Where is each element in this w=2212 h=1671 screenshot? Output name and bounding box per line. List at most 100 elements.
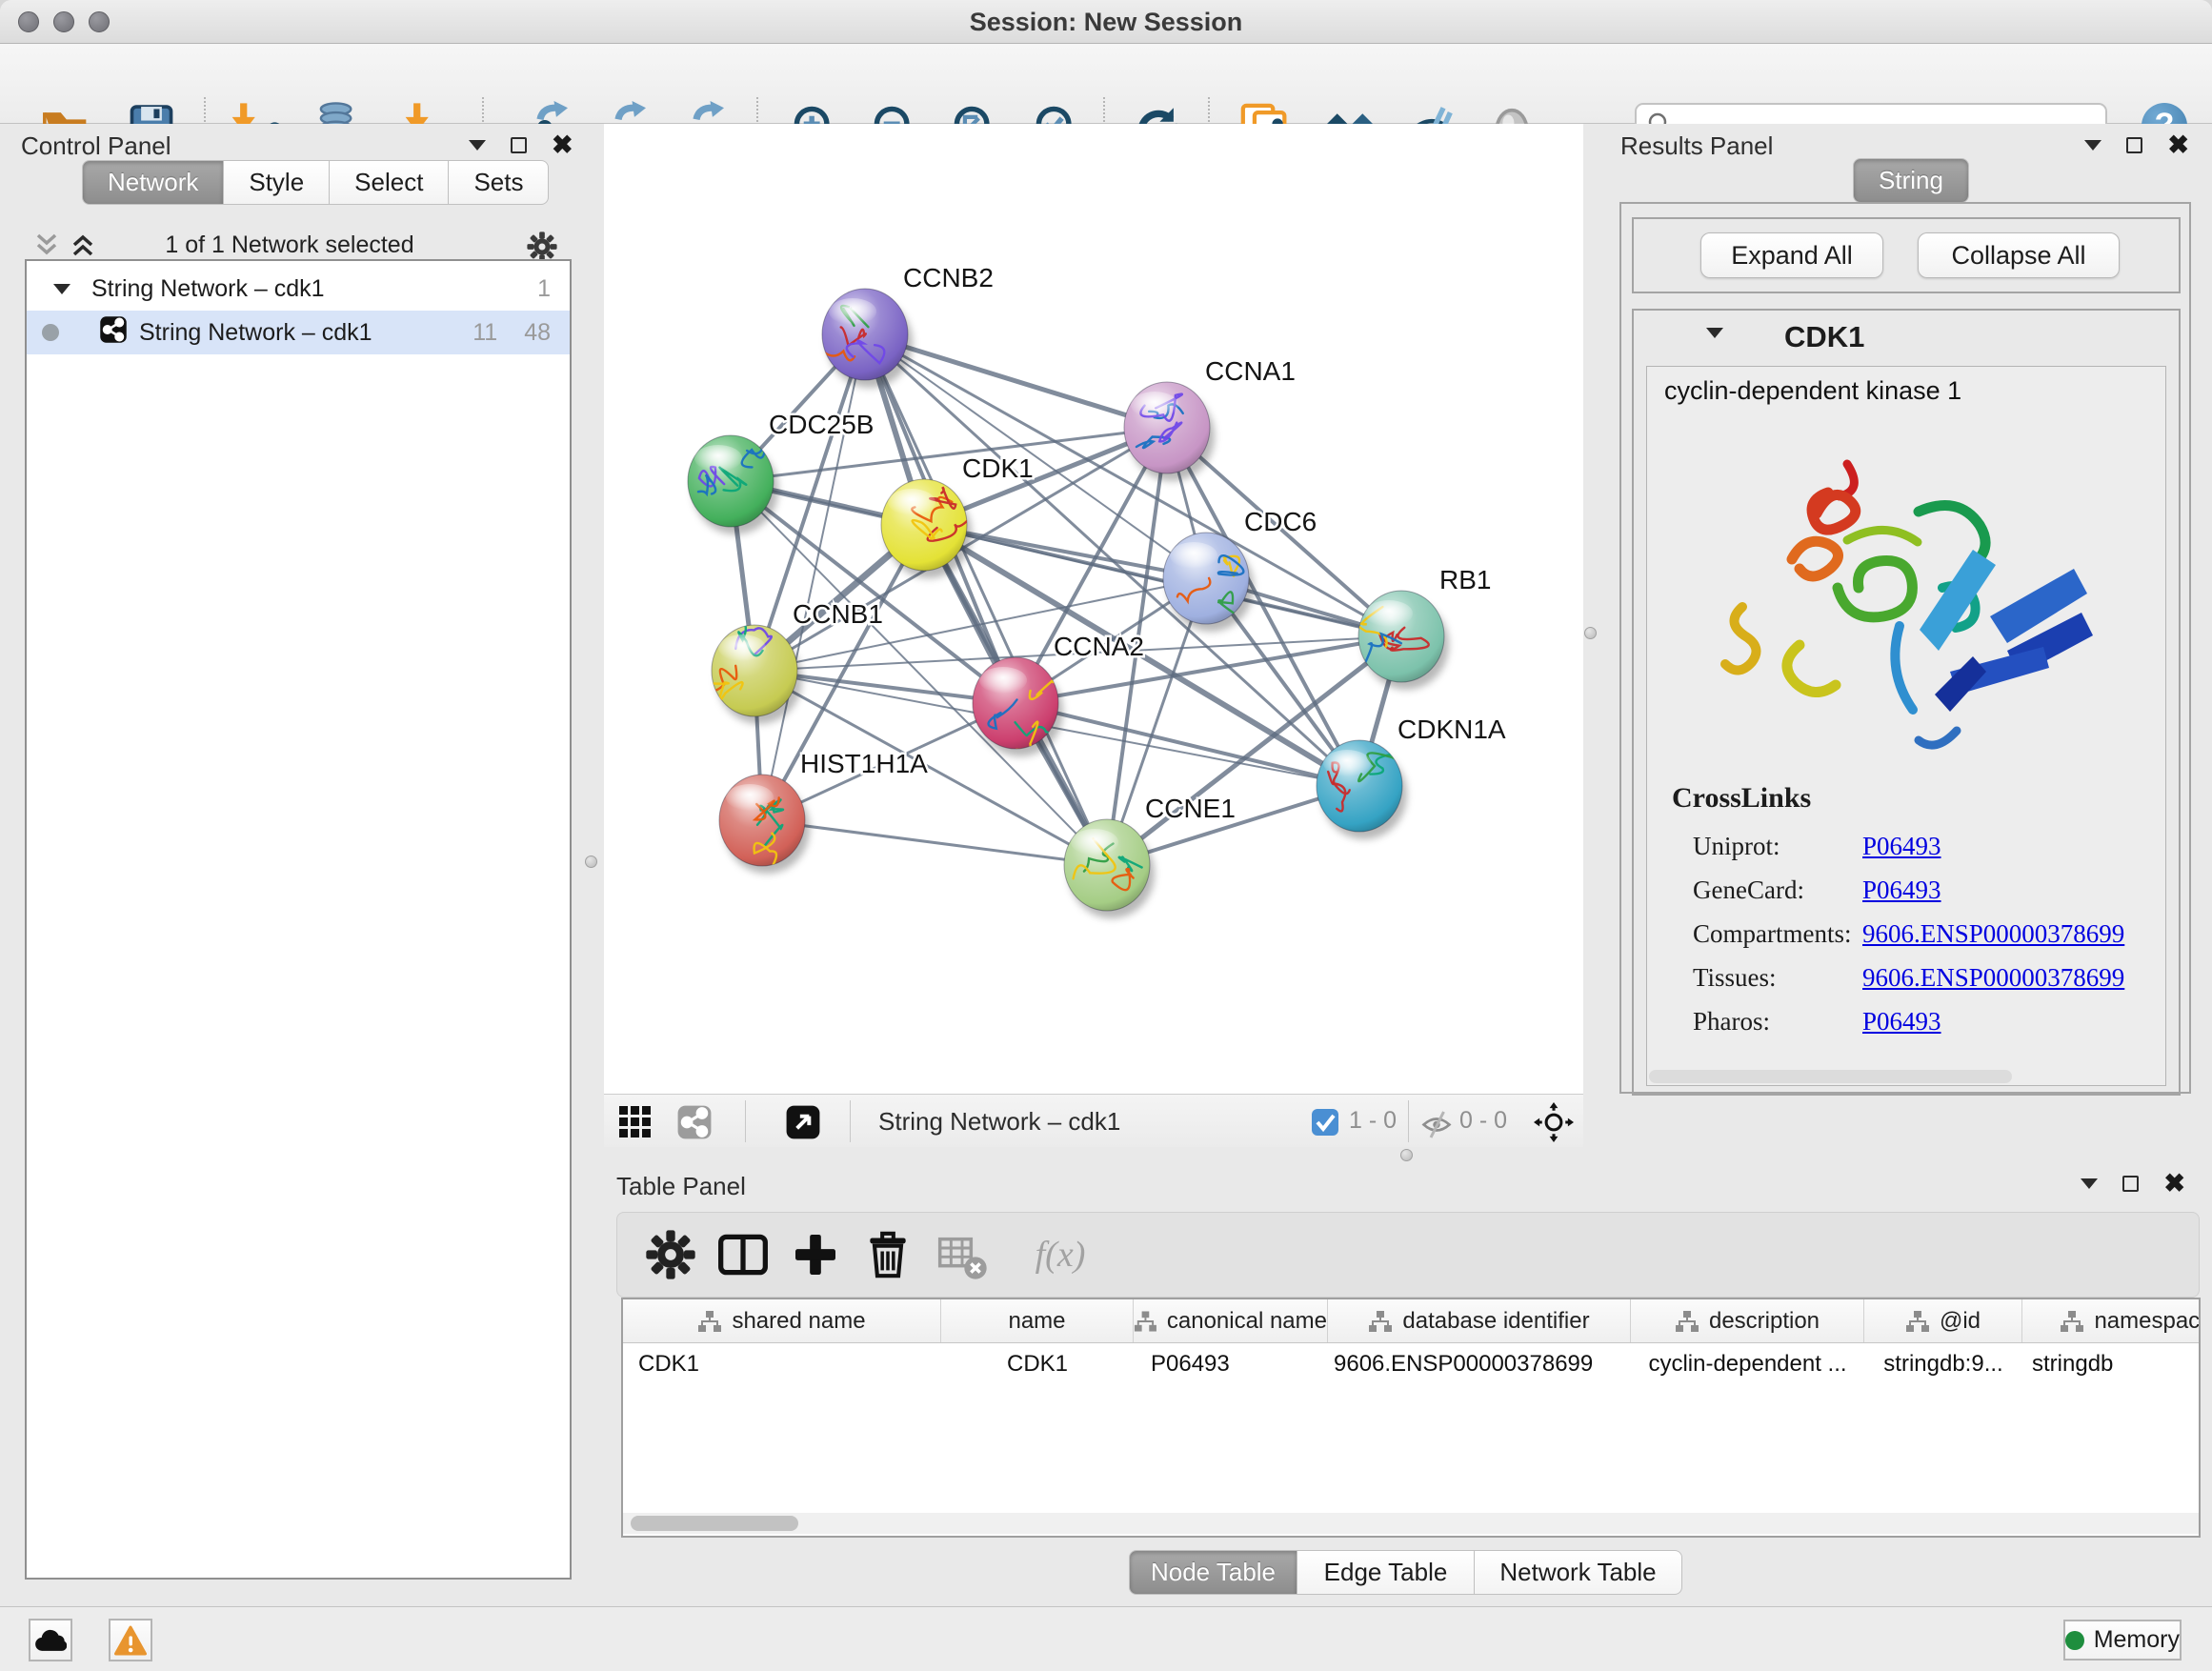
cell-description[interactable]: cyclin-dependent ... [1631, 1343, 1864, 1385]
panel-float-icon[interactable] [511, 137, 527, 153]
network-view-toolbar: String Network – cdk1 1 - 0 0 - 0 [604, 1094, 1583, 1147]
left-splitter[interactable] [579, 124, 604, 1606]
tab-edge-table[interactable]: Edge Table [1297, 1550, 1475, 1595]
memory-status-dot [2065, 1631, 2084, 1650]
cell-namespace[interactable]: stringdb [2022, 1343, 2201, 1385]
cloud-icon [34, 1628, 67, 1653]
column-header-shared-name[interactable]: shared name [623, 1299, 941, 1342]
network-column-icon [2060, 1310, 2084, 1333]
cell-shared-name[interactable]: CDK1 [623, 1343, 941, 1385]
table-panel-title: Table Panel [616, 1172, 746, 1200]
right-splitter[interactable] [1583, 124, 1598, 1147]
scrollbar-thumb[interactable] [631, 1516, 798, 1531]
genecard-link[interactable]: P06493 [1862, 876, 1941, 905]
add-column-plus-icon[interactable] [789, 1228, 842, 1281]
panel-close-icon[interactable]: ✖ [2163, 1174, 2185, 1193]
panel-float-icon[interactable] [2126, 137, 2142, 153]
memory-label: Memory [2094, 1626, 2180, 1654]
memory-button[interactable]: Memory [2063, 1620, 2182, 1661]
table-horizontal-scrollbar[interactable] [623, 1513, 2199, 1534]
panel-menu-icon[interactable] [2084, 140, 2101, 151]
warnings-button[interactable] [109, 1619, 152, 1661]
table-row[interactable]: CDK1 CDK1 P06493 9606.ENSP00000378699 cy… [623, 1343, 2199, 1385]
table-panel: Table Panel ✖ f(x) [604, 1164, 2212, 1606]
left-splitter-handle[interactable] [585, 856, 597, 868]
column-header-namespace[interactable]: namespace [2022, 1299, 2201, 1342]
crosslink-label: GeneCard: [1672, 876, 1862, 905]
crosslink-label: Tissues: [1672, 963, 1862, 993]
collection-count: 1 [537, 275, 551, 303]
horizontal-splitter-handle[interactable] [1400, 1149, 1413, 1161]
panel-menu-icon[interactable] [2081, 1178, 2098, 1189]
results-panel-title: Results Panel [1620, 131, 1773, 160]
table-settings-gear-icon[interactable] [644, 1228, 697, 1281]
panel-menu-icon[interactable] [469, 140, 486, 151]
network-tree-row-selected[interactable]: String Network – cdk1 11 48 [27, 311, 570, 354]
node-label-CDKN1A: CDKN1A [1398, 715, 1506, 744]
column-header-description[interactable]: description [1631, 1299, 1864, 1342]
column-header-canonical-name[interactable]: canonical name [1134, 1299, 1328, 1342]
network-label: String Network – cdk1 [139, 319, 372, 347]
network-view-title: String Network – cdk1 [878, 1107, 1120, 1137]
string-network-badge-icon[interactable] [676, 1104, 713, 1140]
tab-network-table[interactable]: Network Table [1475, 1550, 1682, 1595]
fit-center-crosshair-icon[interactable] [1534, 1102, 1574, 1142]
tab-select[interactable]: Select [330, 160, 449, 205]
tab-style[interactable]: Style [224, 160, 330, 205]
cell-database-identifier[interactable]: 9606.ENSP00000378699 [1328, 1343, 1631, 1385]
collapse-all-button[interactable]: Collapse All [1918, 232, 2120, 278]
uniprot-link[interactable]: P06493 [1862, 832, 1941, 861]
tree-expand-icon[interactable] [53, 284, 70, 294]
network-column-icon [1905, 1310, 1930, 1333]
results-scrollbar[interactable] [1649, 1070, 2012, 1083]
tab-sets[interactable]: Sets [449, 160, 549, 205]
pharos-link[interactable]: P06493 [1862, 1007, 1941, 1037]
node-label-CCNE1: CCNE1 [1145, 794, 1236, 823]
column-header-id[interactable]: @id [1864, 1299, 2022, 1342]
birds-eye-grid-icon[interactable] [617, 1104, 654, 1140]
cloud-status-button[interactable] [29, 1619, 72, 1661]
selected-checkbox-icon[interactable] [1311, 1108, 1339, 1137]
node-label-HIST1H1A: HIST1H1A [800, 749, 928, 778]
cell-canonical-name[interactable]: P06493 [1134, 1343, 1328, 1385]
open-in-string-icon[interactable] [785, 1104, 821, 1140]
function-builder-icon[interactable]: f(x) [1008, 1228, 1113, 1281]
network-canvas[interactable]: CCNB2CCNA1CDC25BCDK1CDC6RB1CCNB1CCNA2CDK… [604, 124, 1583, 1094]
protein-structure-image [1704, 426, 2104, 769]
node-label-CCNB1: CCNB1 [793, 599, 883, 629]
crosslink-label: Compartments: [1672, 919, 1862, 949]
results-buttons-box: Expand All Collapse All [1632, 217, 2181, 293]
tab-network[interactable]: Network [82, 160, 224, 205]
column-header-database-identifier[interactable]: database identifier [1328, 1299, 1631, 1342]
crosslink-row: Pharos: P06493 [1672, 999, 2124, 1043]
toolbar-separator [1408, 1100, 1409, 1142]
string-app-icon [99, 315, 128, 351]
edge-count: 48 [524, 319, 551, 347]
tab-string[interactable]: String [1853, 158, 1969, 203]
panel-close-icon[interactable]: ✖ [552, 135, 573, 154]
section-collapse-icon[interactable] [1706, 328, 1723, 338]
cell-id[interactable]: stringdb:9... [1864, 1343, 2022, 1385]
horizontal-splitter[interactable] [604, 1147, 2212, 1164]
delete-column-trash-icon[interactable] [861, 1228, 915, 1281]
panel-close-icon[interactable]: ✖ [2167, 135, 2189, 154]
tissues-link[interactable]: 9606.ENSP00000378699 [1862, 963, 2124, 993]
expand-all-button[interactable]: Expand All [1700, 232, 1883, 278]
right-splitter-handle[interactable] [1584, 627, 1597, 639]
table-tabs: Node Table Edge Table Network Table [1129, 1550, 1682, 1595]
selected-node-edge-count: 1 - 0 [1349, 1107, 1397, 1135]
hidden-node-edge-count: 0 - 0 [1459, 1107, 1507, 1135]
network-tree-root-row[interactable]: String Network – cdk1 1 [27, 267, 570, 311]
cell-name[interactable]: CDK1 [941, 1343, 1134, 1385]
tab-node-table[interactable]: Node Table [1129, 1550, 1297, 1595]
compartments-link[interactable]: 9606.ENSP00000378699 [1862, 919, 2124, 949]
cdk1-section-header[interactable]: CDK1 [1634, 311, 2179, 362]
delete-table-icon[interactable] [935, 1228, 989, 1281]
status-bar: Memory [0, 1606, 2212, 1671]
crosslink-row: Uniprot: P06493 [1672, 824, 2124, 868]
show-columns-icon[interactable] [716, 1228, 770, 1281]
panel-float-icon[interactable] [2122, 1176, 2139, 1192]
column-header-name[interactable]: name [941, 1299, 1134, 1342]
control-panel-title: Control Panel [21, 131, 171, 160]
crosslinks-section: CrossLinks Uniprot: P06493 GeneCard: P06… [1672, 782, 2124, 1043]
